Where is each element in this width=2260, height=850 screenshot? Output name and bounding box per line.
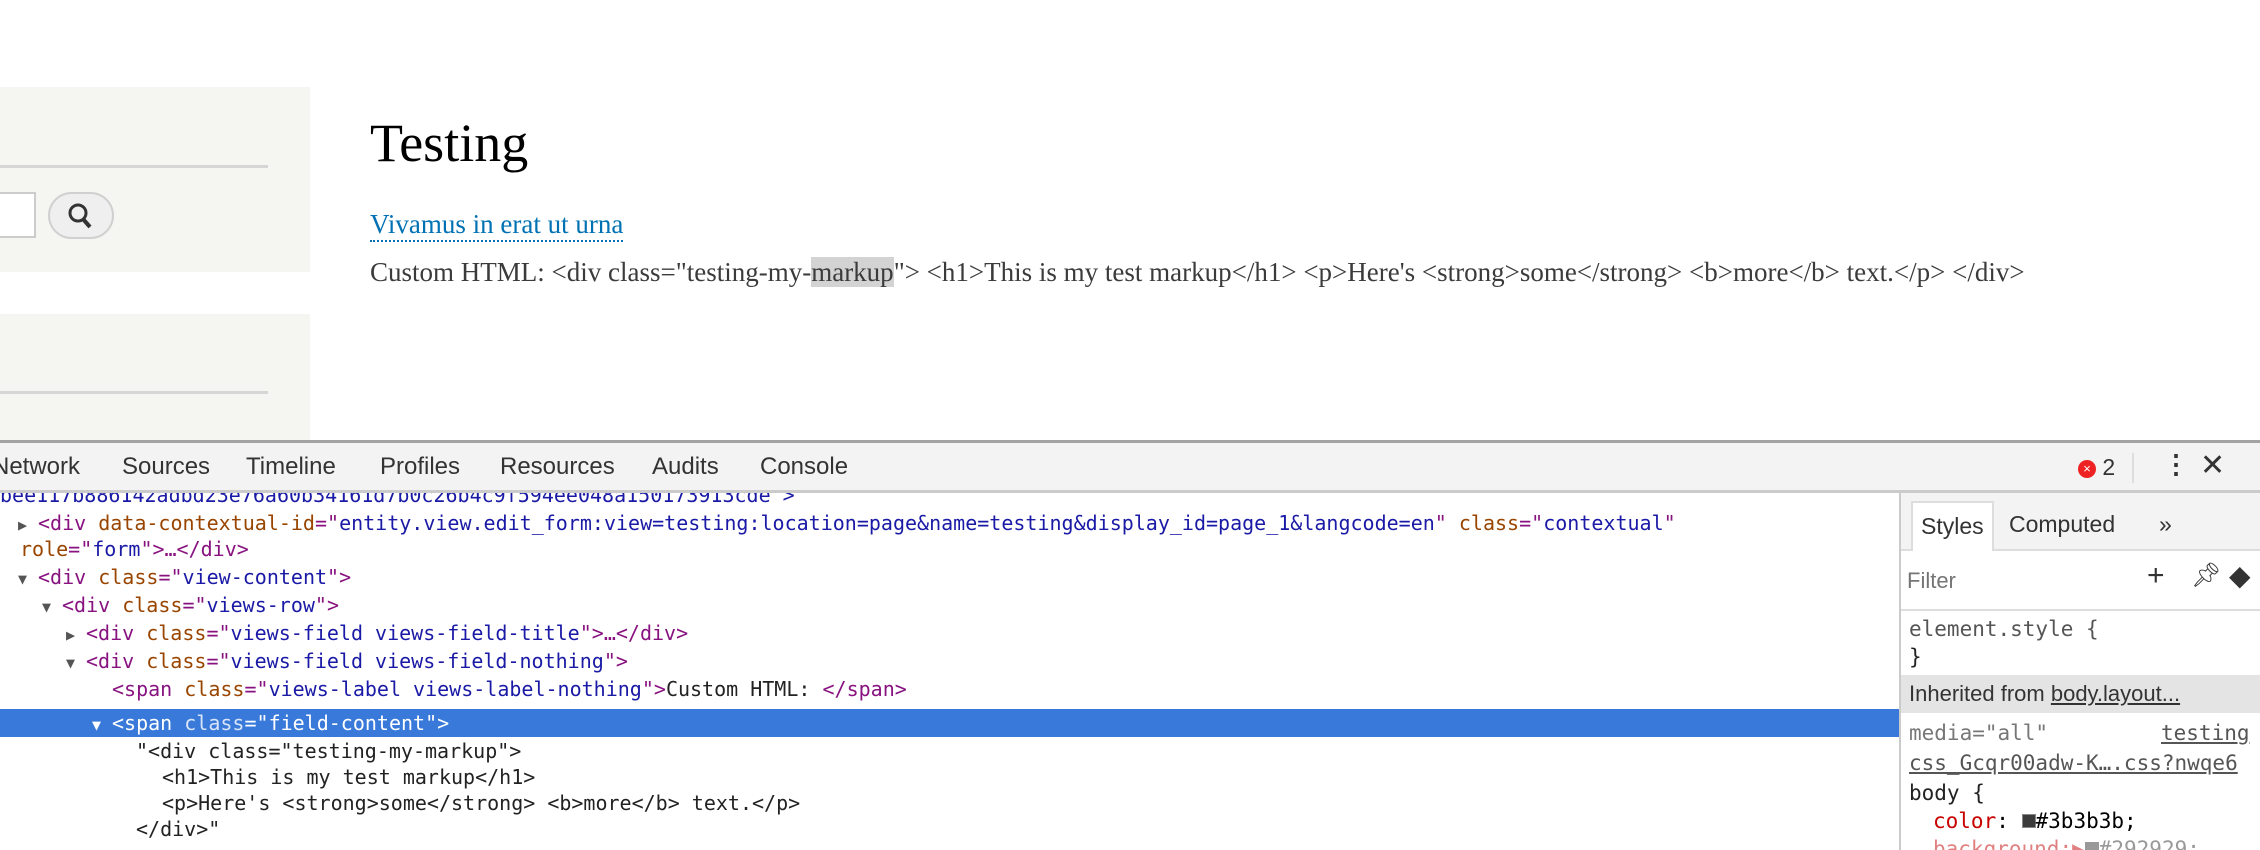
- tab-network[interactable]: Network: [0, 453, 80, 481]
- attr-name: class: [1458, 511, 1520, 535]
- text-node[interactable]: "<div class="testing-my-markup">: [0, 737, 1899, 765]
- page-title: Testing: [370, 113, 529, 173]
- dom-node[interactable]: ▼ <div class="views-field views-field-not…: [0, 647, 1899, 675]
- property-name: color: [1933, 809, 1997, 833]
- custom-html-field: Custom HTML: <div class="testing-my-mark…: [370, 252, 2210, 293]
- inherited-label: Inherited from: [1909, 681, 2051, 706]
- attr-value: views-label views-label-nothing: [268, 677, 642, 701]
- inherited-header: Inherited from body.layout...: [1901, 675, 2260, 713]
- css-property[interactable]: background:▶ #292929;: [1933, 837, 2200, 850]
- attr-value: form: [92, 537, 141, 561]
- highlighted-text: markup: [811, 257, 894, 287]
- text-node[interactable]: <h1>This is my test markup</h1>: [0, 763, 1899, 791]
- media-query: media="all": [1909, 721, 2049, 745]
- dom-node-selected[interactable]: ▼ <span class="field-content">: [0, 709, 1899, 737]
- sidebar-block: [0, 314, 310, 440]
- expand-triangle-icon[interactable]: ▶: [66, 621, 86, 649]
- property-value: #292929;: [2098, 837, 2200, 850]
- text-node: Custom HTML:: [665, 677, 823, 701]
- dom-node[interactable]: bee117b886142adbd23e76a60b34161d7b0c26b4…: [0, 493, 1899, 509]
- stylesheet-link[interactable]: testing: [2161, 721, 2250, 745]
- element-style-rule[interactable]: element.style {: [1909, 617, 2099, 641]
- attr-value: views-field views-field-title: [230, 621, 580, 645]
- close-brace: }: [1909, 645, 1922, 669]
- dom-node[interactable]: ▶ <div data-contextual-id="entity.view.ed…: [0, 509, 1899, 537]
- error-icon: ×: [2078, 460, 2096, 478]
- attr-value: contextual: [1543, 511, 1664, 535]
- css-selector[interactable]: body {: [1909, 781, 1985, 805]
- collapse-triangle-icon[interactable]: ▼: [92, 711, 112, 739]
- error-indicator[interactable]: × 2: [2078, 454, 2115, 481]
- dom-node[interactable]: ▼ <div class="views-row">: [0, 591, 1899, 619]
- text-node[interactable]: <p>Here's <strong>some</strong> <b>more<…: [0, 789, 1899, 817]
- new-style-rule-icon[interactable]: +: [2147, 559, 2165, 593]
- stylesheet-link[interactable]: css_Gcqr00adw-K….css?nwqe6: [1909, 751, 2238, 775]
- collapse-triangle-icon[interactable]: ▼: [18, 565, 38, 593]
- attr-value: views-row: [206, 593, 315, 617]
- search-input[interactable]: [0, 192, 36, 238]
- tab-audits[interactable]: Audits: [652, 453, 719, 481]
- more-menu-icon[interactable]: ⋮: [2163, 449, 2189, 480]
- css-property[interactable]: color: #3b3b3b;: [1933, 809, 2137, 833]
- search-button[interactable]: [48, 192, 114, 239]
- tab-resources[interactable]: Resources: [500, 453, 615, 481]
- divider: [1901, 609, 2260, 611]
- node-title-link[interactable]: Vivamus in erat ut urna: [370, 208, 624, 242]
- devtools-tabbar: Network Sources Timeline Profiles Resour…: [0, 440, 2260, 493]
- attr-value: entity.view.edit_form:view=testing:locat…: [339, 511, 1435, 535]
- attr-name: role: [20, 537, 69, 561]
- close-icon[interactable]: ✕: [2200, 448, 2225, 483]
- tab-sources[interactable]: Sources: [122, 453, 210, 481]
- search-icon: [68, 203, 92, 229]
- attr-value: views-field views-field-nothing: [230, 649, 604, 673]
- text-node[interactable]: </div>": [0, 815, 1899, 843]
- tab-profiles[interactable]: Profiles: [380, 453, 460, 481]
- dom-node[interactable]: <span class="views-label views-label-not…: [0, 675, 1899, 703]
- collapse-triangle-icon[interactable]: ▼: [66, 649, 86, 677]
- property-value: #3b3b3b;: [2035, 809, 2137, 833]
- color-swatch[interactable]: [2084, 842, 2099, 850]
- divider: [0, 165, 268, 168]
- toolbar-separator: [2132, 453, 2134, 483]
- custom-text: Custom HTML: <div class="testing-my-: [370, 257, 812, 287]
- toggle-element-state-icon[interactable]: ◆: [2229, 559, 2251, 592]
- pin-icon[interactable]: 📌︎: [2191, 561, 2221, 590]
- tab-timeline[interactable]: Timeline: [246, 453, 336, 481]
- divider: [0, 391, 268, 394]
- custom-text: "> <h1>This is my test markup</h1> <p>He…: [893, 257, 2025, 287]
- tab-console[interactable]: Console: [760, 453, 848, 481]
- attr-value: field-content: [268, 711, 426, 735]
- elements-tree: bee117b886142adbd23e76a60b34161d7b0c26b4…: [0, 493, 1899, 850]
- tab-computed[interactable]: Computed: [2001, 501, 2123, 551]
- error-count: 2: [2102, 454, 2116, 480]
- dom-node[interactable]: ▼ <div class="view-content">: [0, 563, 1899, 591]
- property-name: background: [1933, 837, 2060, 850]
- sidebar-block-search: [0, 87, 310, 272]
- attr-value: bee117b886142adbd23e76a60b34161d7b0c26b4…: [0, 493, 795, 507]
- tab-styles[interactable]: Styles: [1911, 501, 1994, 551]
- styles-filter-input[interactable]: [1907, 561, 2087, 601]
- dom-node[interactable]: role="form">…</div>: [0, 535, 1899, 563]
- color-swatch[interactable]: [2021, 814, 2036, 828]
- attr-name: data-contextual-id: [98, 511, 315, 535]
- dom-node[interactable]: ▶ <div class="views-field views-field-tit…: [0, 619, 1899, 647]
- inherited-link[interactable]: body.layout...: [2051, 681, 2180, 706]
- collapse-triangle-icon[interactable]: ▼: [42, 593, 62, 621]
- more-tabs-icon[interactable]: »: [2151, 501, 2180, 551]
- styles-pane: Styles Computed » + 📌︎ ◆ element.style {…: [1899, 493, 2260, 850]
- attr-value: view-content: [182, 565, 328, 589]
